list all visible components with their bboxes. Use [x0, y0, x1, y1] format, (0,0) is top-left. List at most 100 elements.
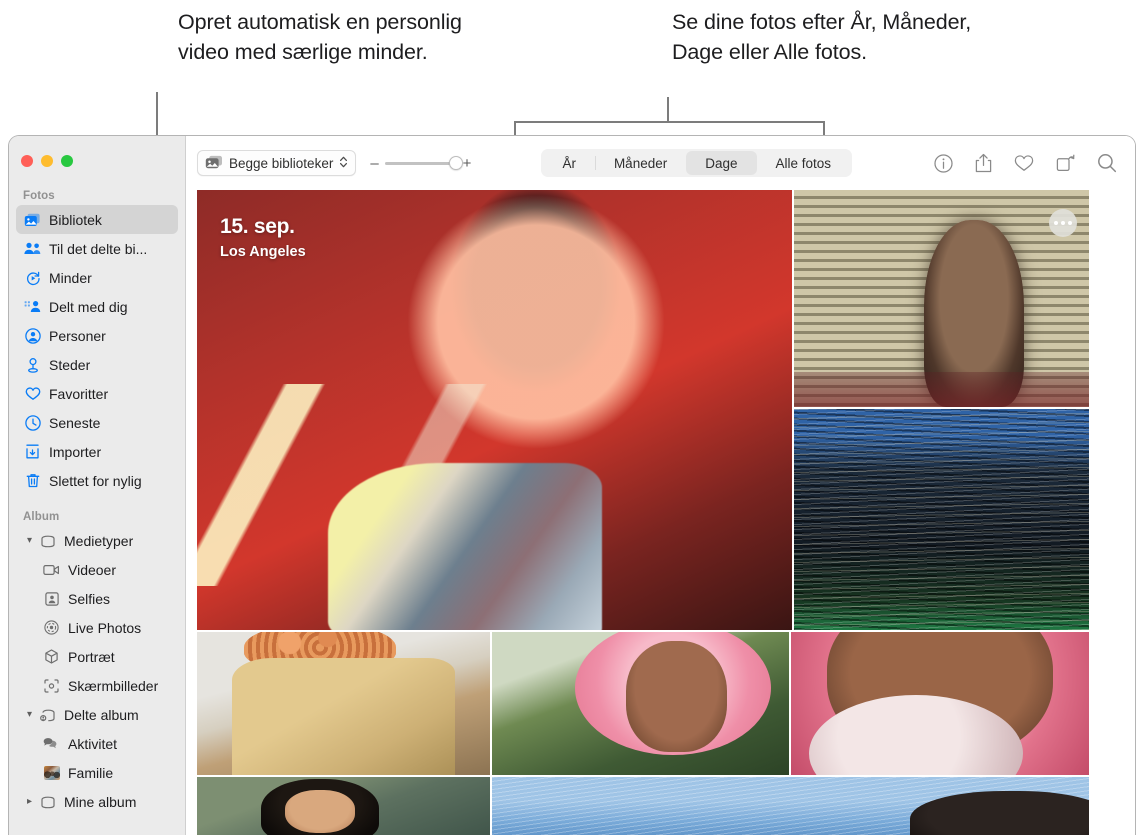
photo-artwork	[197, 632, 490, 775]
tab-dage[interactable]: Dage	[686, 151, 757, 175]
sidebar-item-label: Portræt	[68, 648, 115, 665]
sidebar-item-delte-album[interactable]: ▾ Delte album	[16, 700, 178, 729]
photo-water[interactable]	[492, 777, 1089, 835]
photos-app-window: Fotos Bibliotek Til det delte bi... Mind…	[8, 135, 1136, 835]
portrait-cube-icon	[42, 648, 61, 665]
sidebar-item-label: Live Photos	[68, 619, 142, 636]
sidebar-item-label: Bibliotek	[49, 211, 102, 228]
callout-right-bracket-tick-left	[514, 121, 516, 136]
chevron-right-icon[interactable]: ▸	[23, 796, 36, 807]
zoom-slider-track[interactable]	[384, 156, 463, 170]
photo-grid: 15. sep. Los Angeles	[186, 190, 1135, 835]
sidebar-item-personer[interactable]: Personer	[16, 321, 178, 350]
share-icon[interactable]	[975, 153, 992, 173]
sidebar-item-portraet[interactable]: Portræt	[16, 642, 178, 671]
photo-blinds-portrait[interactable]	[794, 190, 1089, 407]
callout-right-leader-line	[667, 97, 669, 123]
sidebar-item-delt-med-dig[interactable]: Delt med dig	[16, 292, 178, 321]
photo-artwork	[791, 632, 1089, 775]
library-icon	[205, 155, 223, 172]
sidebar-item-label: Skærmbilleder	[68, 677, 159, 694]
sidebar-item-selfies[interactable]: Selfies	[16, 584, 178, 613]
sidebar-item-til-det-delte-bibliotek[interactable]: Til det delte bi...	[16, 234, 178, 263]
photo-bubble-gum[interactable]	[791, 632, 1089, 775]
photo-red-portrait[interactable]: 15. sep. Los Angeles	[197, 190, 792, 630]
sidebar-item-familie[interactable]: Familie	[16, 758, 178, 787]
main-content: Begge biblioteker – + År Måneder Dage Al…	[186, 136, 1135, 835]
date-label: 15. sep.	[220, 215, 295, 238]
zoom-button[interactable]	[61, 155, 73, 167]
zoom-slider[interactable]: – +	[370, 156, 471, 171]
sidebar-item-label: Medietyper	[64, 532, 134, 549]
photo-artwork	[794, 409, 1089, 630]
photo-artwork	[492, 777, 1089, 835]
photo-artwork	[492, 632, 789, 775]
view-mode-segmented-control: År Måneder Dage Alle fotos	[541, 149, 853, 177]
chevron-down-icon[interactable]: ▾	[23, 709, 36, 720]
trash-icon	[23, 472, 42, 489]
clock-icon	[23, 414, 42, 431]
callout-left-text: Opret automatisk en personlig video med …	[178, 10, 462, 64]
callout-right-text: Se dine fotos efter År, Måneder, Dage el…	[672, 10, 972, 64]
sidebar-item-label: Til det delte bi...	[49, 240, 148, 257]
import-icon	[23, 443, 42, 460]
sidebar-item-aktivitet[interactable]: Aktivitet	[16, 729, 178, 758]
heart-icon	[23, 385, 42, 402]
rotate-icon[interactable]	[1056, 154, 1075, 172]
more-options-button[interactable]	[1049, 209, 1077, 237]
tab-alle-fotos[interactable]: Alle fotos	[757, 151, 851, 175]
tab-aar[interactable]: År	[543, 151, 595, 175]
library-selector-button[interactable]: Begge biblioteker	[197, 150, 357, 176]
sidebar-item-seneste[interactable]: Seneste	[16, 408, 178, 437]
sidebar-item-steder[interactable]: Steder	[16, 350, 178, 379]
shared-folder-icon	[38, 706, 57, 723]
callout-right-bracket-tick-right	[823, 121, 825, 136]
sidebar-section-album: Album	[23, 511, 60, 523]
shared-with-you-icon	[23, 298, 42, 315]
photo-artwork	[794, 190, 1089, 407]
sidebar-item-medietyper[interactable]: ▾ Medietyper	[16, 526, 178, 555]
location-label: Los Angeles	[220, 244, 306, 260]
sidebar: Fotos Bibliotek Til det delte bi... Mind…	[9, 136, 186, 835]
sidebar-item-label: Selfies	[68, 590, 111, 607]
sidebar-item-minder[interactable]: Minder	[16, 263, 178, 292]
close-button[interactable]	[21, 155, 33, 167]
album-thumbnail	[42, 764, 61, 781]
memories-icon	[23, 269, 42, 286]
sidebar-item-videoer[interactable]: Videoer	[16, 555, 178, 584]
sidebar-item-bibliotek[interactable]: Bibliotek	[16, 205, 178, 234]
photo-pink-hair[interactable]	[492, 632, 789, 775]
sidebar-item-label: Familie	[68, 764, 114, 781]
callout-right-bracket	[514, 121, 825, 123]
sidebar-item-mine-album[interactable]: ▸ Mine album	[16, 787, 178, 816]
date-overlay: 15. sep. Los Angeles	[220, 215, 306, 260]
zoom-out-label[interactable]: –	[370, 156, 378, 171]
info-icon[interactable]	[934, 153, 953, 173]
library-selector-label: Begge biblioteker	[229, 155, 334, 171]
photo-laughing[interactable]	[197, 777, 490, 835]
zoom-slider-knob[interactable]	[448, 156, 463, 170]
toolbar: Begge biblioteker – + År Måneder Dage Al…	[186, 136, 1135, 190]
zoom-in-label[interactable]: +	[463, 156, 472, 171]
sidebar-item-label: Minder	[49, 269, 92, 286]
photo-forest[interactable]	[794, 409, 1089, 630]
window-traffic-lights	[9, 136, 185, 167]
sidebar-item-label: Seneste	[49, 414, 101, 431]
tab-maaneder[interactable]: Måneder	[594, 151, 686, 175]
search-icon[interactable]	[1097, 153, 1117, 173]
sidebar-item-favoritter[interactable]: Favoritter	[16, 379, 178, 408]
photo-beads[interactable]	[197, 632, 490, 775]
people-icon	[23, 327, 42, 344]
sidebar-item-importer[interactable]: Importer	[16, 437, 178, 466]
sidebar-item-live-photos[interactable]: Live Photos	[16, 613, 178, 642]
sidebar-item-skaermbilleder[interactable]: Skærmbilleder	[16, 671, 178, 700]
folder-icon	[38, 532, 57, 549]
photo-artwork	[197, 777, 490, 835]
sidebar-item-label: Steder	[49, 356, 91, 373]
selfie-icon	[42, 590, 61, 607]
minimize-button[interactable]	[41, 155, 53, 167]
heart-icon[interactable]	[1014, 154, 1034, 172]
sidebar-item-slettet-for-nylig[interactable]: Slettet for nylig	[16, 466, 178, 495]
chevron-down-icon[interactable]: ▾	[23, 535, 36, 546]
video-icon	[42, 561, 61, 578]
